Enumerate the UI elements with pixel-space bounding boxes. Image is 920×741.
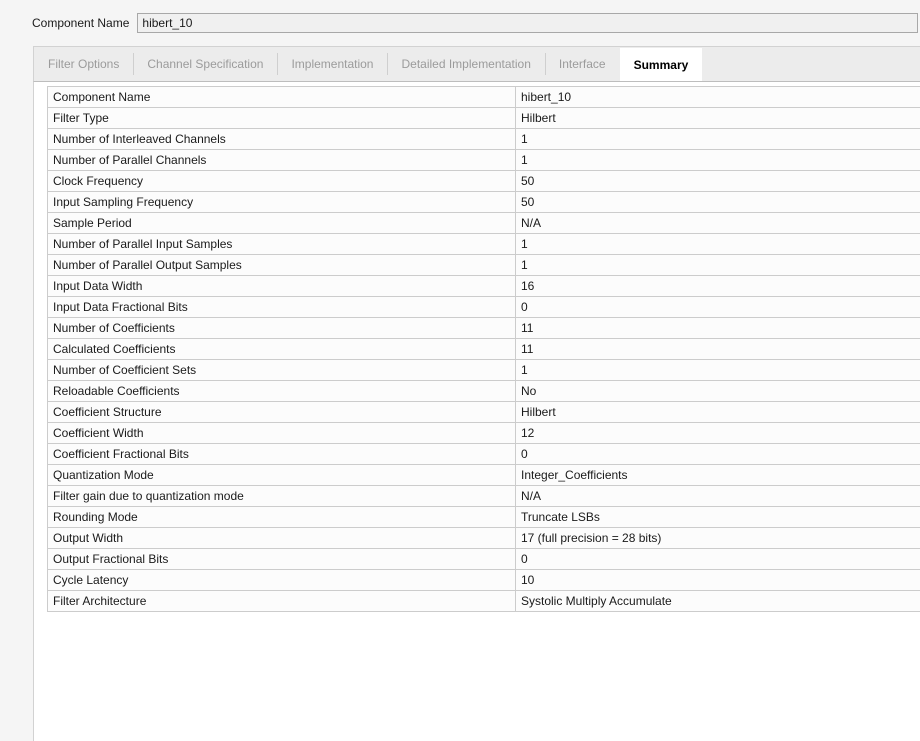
summary-property-value: 10 [515, 569, 920, 591]
summary-property-value: 17 (full precision = 28 bits) [515, 527, 920, 549]
summary-property-name: Input Data Fractional Bits [47, 296, 516, 318]
summary-property-value: 16 [515, 275, 920, 297]
summary-property-value: Integer_Coefficients [515, 464, 920, 486]
tab-channel-specification[interactable]: Channel Specification [133, 47, 277, 81]
table-row: Quantization Mode Integer_Coefficients [47, 464, 920, 486]
summary-property-value: N/A [515, 212, 920, 234]
tab-label: Summary [633, 57, 689, 72]
table-row: Coefficient Width 12 [47, 422, 920, 444]
table-row: Input Data Width 16 [47, 275, 920, 297]
summary-property-value: 1 [515, 149, 920, 171]
summary-property-value: 1 [515, 254, 920, 276]
summary-property-name: Clock Frequency [47, 170, 516, 192]
summary-property-value: Hilbert [515, 107, 920, 129]
summary-property-name: Output Fractional Bits [47, 548, 516, 570]
summary-property-name: Filter Architecture [47, 590, 516, 612]
summary-property-value: 11 [515, 338, 920, 360]
summary-property-name: Number of Interleaved Channels [47, 128, 516, 150]
component-name-bar: Component Name [0, 0, 920, 46]
table-row: Input Data Fractional Bits 0 [47, 296, 920, 318]
summary-property-value: 0 [515, 443, 920, 465]
summary-property-value: 0 [515, 296, 920, 318]
tabbed-panel: Filter Options Channel Specification Imp… [33, 46, 920, 741]
summary-property-name: Calculated Coefficients [47, 338, 516, 360]
summary-property-name: Reloadable Coefficients [47, 380, 516, 402]
table-row: Rounding Mode Truncate LSBs [47, 506, 920, 528]
summary-panel: Component Name hibert_10 Filter Type Hilber… [33, 81, 920, 741]
summary-property-name: Number of Parallel Input Samples [47, 233, 516, 255]
tab-label: Implementation [291, 57, 374, 71]
summary-property-value: No [515, 380, 920, 402]
table-row: Filter gain due to quantization mode N/A [47, 485, 920, 507]
summary-property-value: N/A [515, 485, 920, 507]
summary-table-body: Component Name hibert_10 Filter Type Hilber… [47, 86, 920, 612]
table-row: Filter Type Hilbert [47, 107, 920, 129]
table-row: Number of Parallel Input Samples 1 [47, 233, 920, 255]
summary-property-value: 50 [515, 191, 920, 213]
tab-label: Interface [558, 57, 606, 71]
summary-property-value: Systolic Multiply Accumulate [515, 590, 920, 612]
table-row: Coefficient Fractional Bits 0 [47, 443, 920, 465]
summary-property-name: Number of Coefficient Sets [47, 359, 516, 381]
summary-property-name: Coefficient Width [47, 422, 516, 444]
tab-label: Detailed Implementation [401, 57, 531, 71]
summary-property-name: Filter Type [47, 107, 516, 129]
summary-property-name: Cycle Latency [47, 569, 516, 591]
summary-property-name: Quantization Mode [47, 464, 516, 486]
table-row: Input Sampling Frequency 50 [47, 191, 920, 213]
tab-bar: Filter Options Channel Specification Imp… [33, 46, 920, 81]
table-row: Component Name hibert_10 [47, 86, 920, 108]
summary-property-name: Number of Parallel Output Samples [47, 254, 516, 276]
summary-property-value: hibert_10 [515, 86, 920, 108]
summary-table: Component Name hibert_10 Filter Type Hilber… [47, 86, 920, 612]
summary-property-name: Rounding Mode [47, 506, 516, 528]
summary-property-value: 11 [515, 317, 920, 339]
table-row: Calculated Coefficients 11 [47, 338, 920, 360]
summary-property-name: Number of Coefficients [47, 317, 516, 339]
summary-property-value: Truncate LSBs [515, 506, 920, 528]
summary-property-name: Number of Parallel Channels [47, 149, 516, 171]
table-row: Reloadable Coefficients No [47, 380, 920, 402]
table-row: Number of Coefficients 11 [47, 317, 920, 339]
summary-property-value: 50 [515, 170, 920, 192]
table-row: Output Fractional Bits 0 [47, 548, 920, 570]
summary-property-value: 1 [515, 359, 920, 381]
table-row: Coefficient Structure Hilbert [47, 401, 920, 423]
summary-property-name: Output Width [47, 527, 516, 549]
summary-property-value: 12 [515, 422, 920, 444]
summary-property-name: Input Sampling Frequency [47, 191, 516, 213]
tab-detailed-implementation[interactable]: Detailed Implementation [387, 47, 544, 81]
summary-property-name: Sample Period [47, 212, 516, 234]
summary-property-name: Filter gain due to quantization mode [47, 485, 516, 507]
component-name-input[interactable] [137, 13, 918, 33]
tab-implementation[interactable]: Implementation [277, 47, 387, 81]
table-row: Number of Parallel Channels 1 [47, 149, 920, 171]
summary-property-name: Coefficient Fractional Bits [47, 443, 516, 465]
table-row: Sample Period N/A [47, 212, 920, 234]
table-row: Filter Architecture Systolic Multiply Acc… [47, 590, 920, 612]
summary-property-value: 1 [515, 128, 920, 150]
summary-property-name: Component Name [47, 86, 516, 108]
table-row: Output Width 17 (full precision = 28 bits… [47, 527, 920, 549]
tab-label: Filter Options [48, 57, 120, 71]
tab-interface[interactable]: Interface [544, 47, 620, 81]
summary-property-name: Input Data Width [47, 275, 516, 297]
table-row: Number of Parallel Output Samples 1 [47, 254, 920, 276]
table-row: Number of Coefficient Sets 1 [47, 359, 920, 381]
summary-property-value: Hilbert [515, 401, 920, 423]
summary-property-value: 0 [515, 548, 920, 570]
tab-filter-options[interactable]: Filter Options [34, 47, 133, 81]
summary-property-value: 1 [515, 233, 920, 255]
component-name-label: Component Name [32, 16, 130, 30]
tab-label: Channel Specification [147, 57, 264, 71]
table-row: Number of Interleaved Channels 1 [47, 128, 920, 150]
table-row: Clock Frequency 50 [47, 170, 920, 192]
tab-summary[interactable]: Summary [619, 48, 703, 81]
summary-property-name: Coefficient Structure [47, 401, 516, 423]
table-row: Cycle Latency 10 [47, 569, 920, 591]
